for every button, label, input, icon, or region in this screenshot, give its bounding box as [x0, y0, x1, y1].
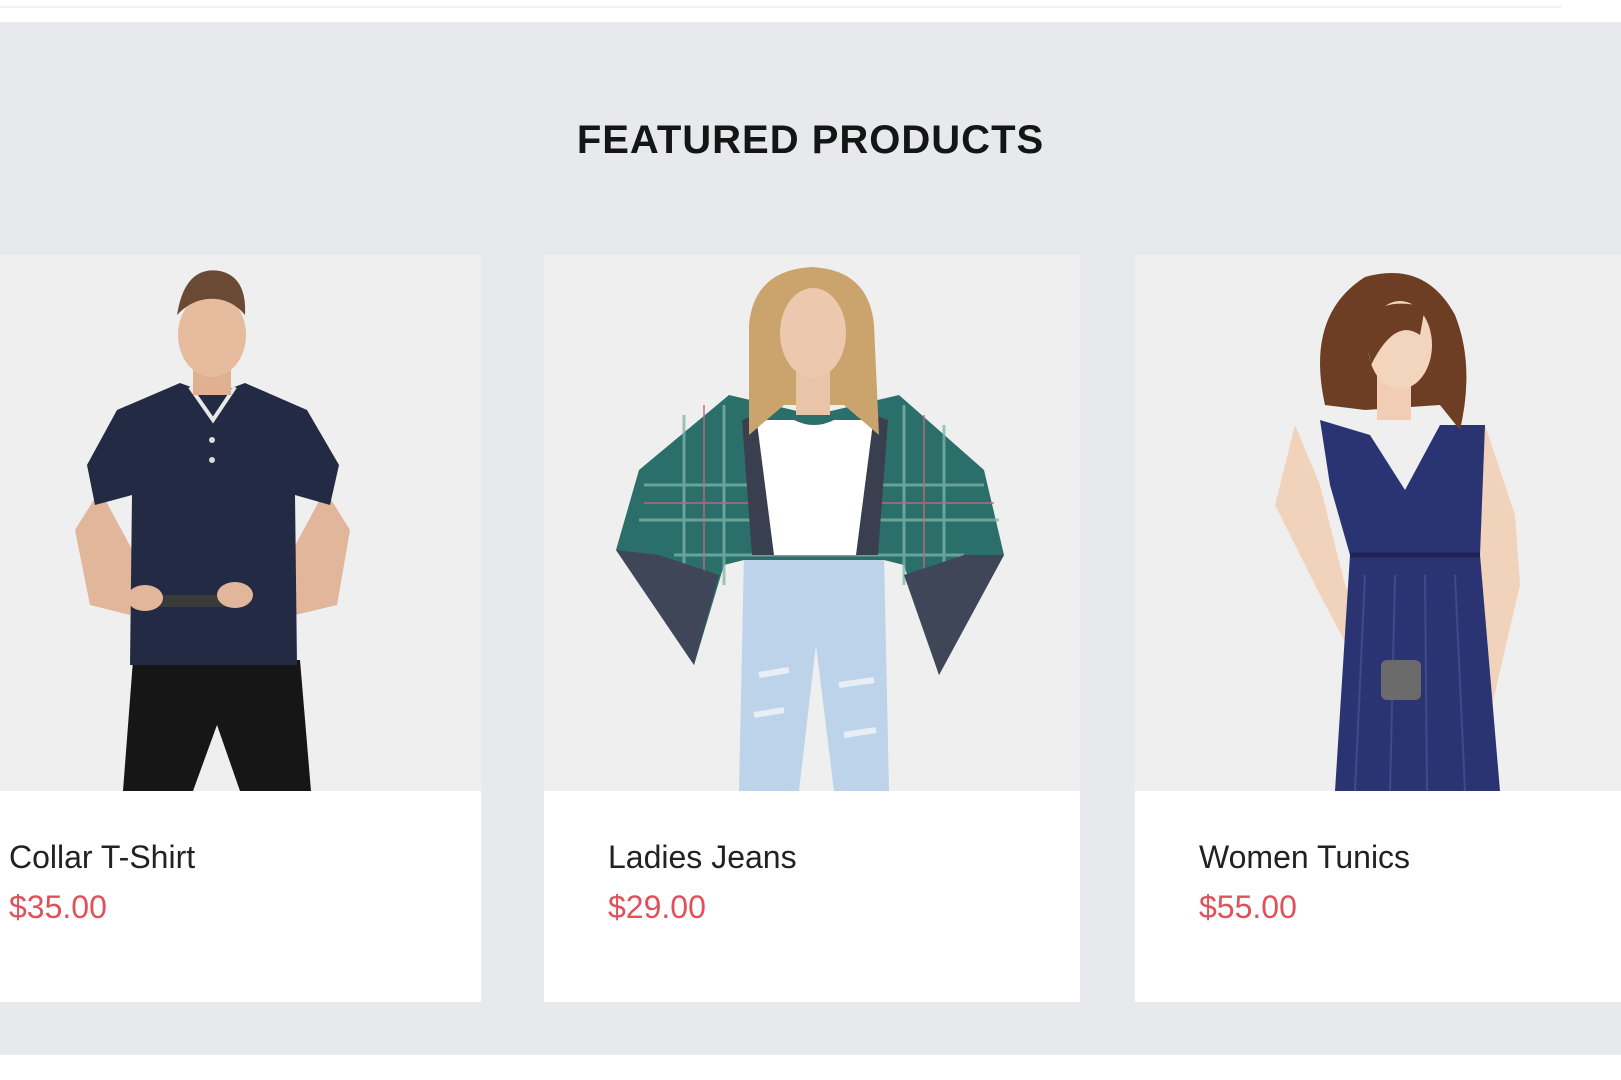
product-card-collar-tshirt[interactable]: Collar T-Shirt $35.00 [0, 255, 481, 1002]
product-price: $35.00 [9, 889, 107, 925]
product-name[interactable]: Ladies Jeans [608, 839, 797, 876]
featured-products-section: FEATURED PRODUCTS Collar T-Shirt $35.00 … [0, 23, 1621, 1055]
product-image[interactable] [1135, 255, 1621, 791]
woman-navy-dress-photo [1275, 272, 1520, 791]
product-name[interactable]: Collar T-Shirt [9, 839, 195, 876]
woman-plaid-jacket-photo [616, 267, 1004, 791]
product-price: $29.00 [608, 889, 706, 925]
top-strip [0, 0, 1621, 23]
product-image[interactable] [0, 255, 481, 791]
product-card-ladies-jeans[interactable]: Ladies Jeans $29.00 [544, 255, 1080, 1002]
product-name[interactable]: Women Tunics [1199, 839, 1410, 876]
top-divider [0, 6, 1561, 8]
product-card-women-tunics[interactable]: Women Tunics $55.00 [1135, 255, 1621, 1002]
product-info: Collar T-Shirt $35.00 [0, 791, 481, 1002]
product-info: Ladies Jeans $29.00 [544, 791, 1080, 1002]
product-price: $55.00 [1199, 889, 1297, 925]
product-info: Women Tunics $55.00 [1135, 791, 1621, 1002]
man-polo-shirt-photo [75, 270, 350, 791]
product-image[interactable] [544, 255, 1080, 791]
section-title: FEATURED PRODUCTS [576, 118, 1045, 162]
